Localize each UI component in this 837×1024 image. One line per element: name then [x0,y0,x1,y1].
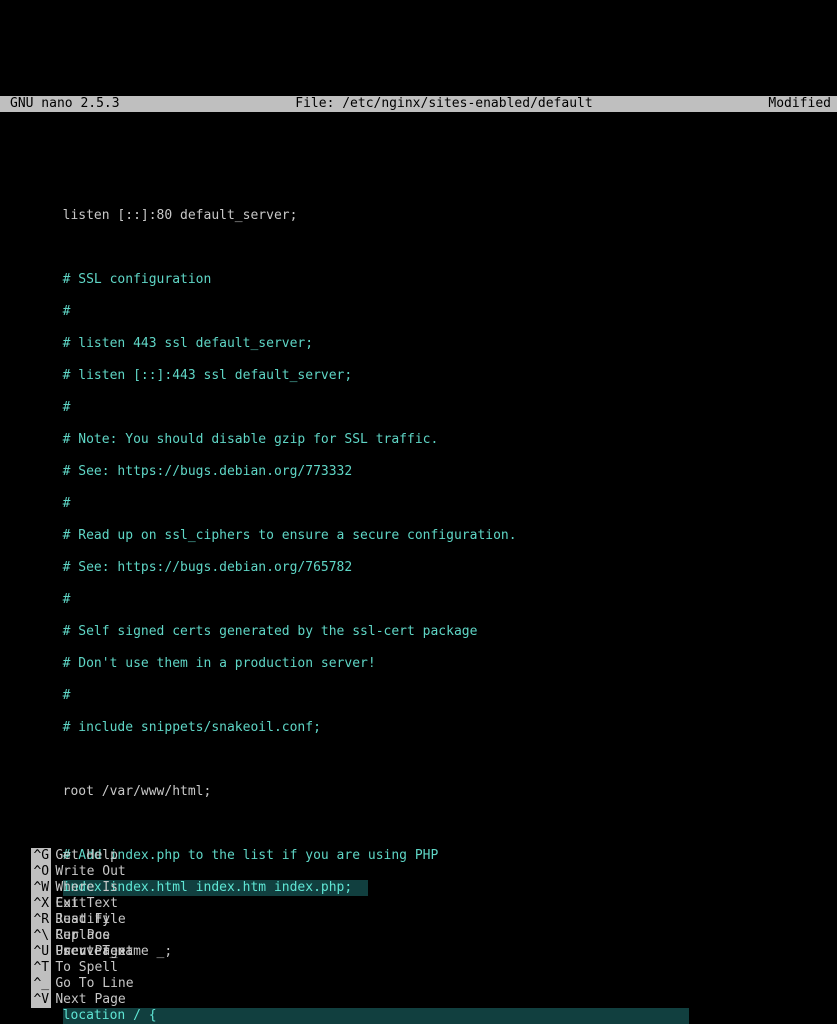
code-line: listen [::]:80 default_server; [63,208,298,223]
app-name: GNU nano 2.5.3 [0,96,120,112]
comment-line: # [63,400,71,415]
shortcut-key[interactable]: ^\ [31,928,51,944]
comment-line: # [63,496,71,511]
comment-line: # include snippets/snakeoil.conf; [63,720,321,735]
shortcut-label: Replace [55,928,110,943]
comment-line: # [63,592,71,607]
shortcut-label: Go To Line [55,976,133,991]
comment-line: # [63,688,71,703]
shortcut-label: Exit [55,896,86,911]
comment-line: # See: https://bugs.debian.org/773332 [63,464,353,479]
shortcut-label: Write Out [55,864,125,879]
shortcut-label: Where Is [55,880,118,895]
shortcut-label: Next Page [55,992,125,1007]
shortcut-label: Get Help [55,848,118,863]
comment-line: # Read up on ssl_ciphers to ensure a sec… [63,528,517,543]
shortcut-label: To Spell [55,960,118,975]
comment-line: # Self signed certs generated by the ssl… [63,624,478,639]
shortcut-label: Read File [55,912,125,927]
shortcut-key[interactable]: ^G [31,848,51,864]
shortcut-key[interactable]: ^T [31,960,51,976]
selected-text: location / { [63,1008,689,1024]
shortcut-row-1: ^GGet Help ^OWrite Out ^WWhere Is ^KCut … [0,832,837,848]
shortcut-key[interactable]: ^_ [31,976,51,992]
comment-line: # Don't use them in a production server! [63,656,376,671]
shortcut-key[interactable]: ^O [31,864,51,880]
file-status: Modified [768,96,837,112]
shortcut-key[interactable]: ^V [31,992,51,1008]
file-name: File: /etc/nginx/sites-enabled/default [120,96,769,112]
comment-line: # [63,304,71,319]
comment-line: # listen [::]:443 ssl default_server; [63,368,353,383]
shortcut-key[interactable]: ^U [31,944,51,960]
comment-line: # See: https://bugs.debian.org/765782 [63,560,353,575]
shortcut-label: Uncut Text [55,944,133,959]
shortcut-key[interactable]: ^X [31,896,51,912]
comment-line: # SSL configuration [63,272,212,287]
title-bar: GNU nano 2.5.3 File: /etc/nginx/sites-en… [0,96,837,112]
code-line: root /var/www/html; [63,784,212,799]
comment-line: # Note: You should disable gzip for SSL … [63,432,439,447]
shortcut-key[interactable]: ^W [31,880,51,896]
comment-line: # listen 443 ssl default_server; [63,336,313,351]
shortcut-bar: ^GGet Help ^OWrite Out ^WWhere Is ^KCut … [0,800,837,912]
shortcut-key[interactable]: ^R [31,912,51,928]
